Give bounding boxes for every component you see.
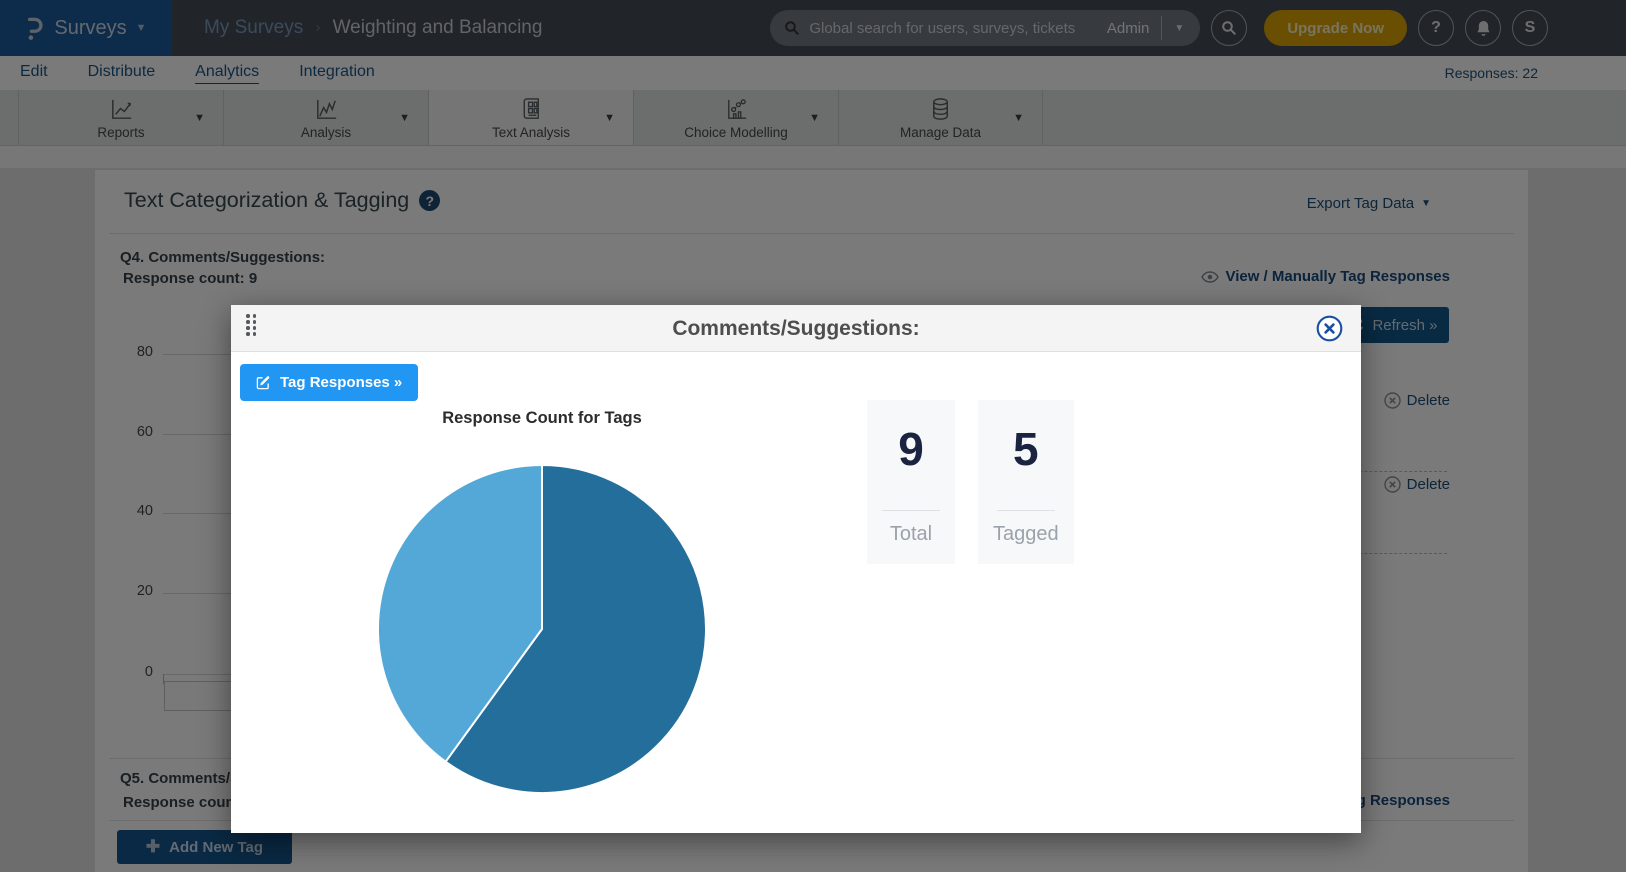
stat-tagged: 5 Tagged: [978, 400, 1074, 564]
modal-body: Tag Responses » Response Count for Tags …: [231, 352, 1361, 832]
divider: [997, 510, 1055, 511]
close-icon[interactable]: [1316, 315, 1343, 342]
drag-handle[interactable]: [246, 314, 257, 336]
edit-pencil-icon: [256, 375, 271, 390]
pie-chart-container: [376, 463, 708, 795]
stats-row: 9 Total 5 Tagged: [867, 400, 1074, 564]
modal-title: Comments/Suggestions:: [231, 305, 1361, 352]
pie-chart: [376, 463, 708, 795]
stat-total: 9 Total: [867, 400, 955, 564]
tag-responses-button[interactable]: Tag Responses »: [240, 364, 418, 401]
stat-total-value: 9: [898, 426, 924, 472]
divider: [882, 510, 940, 511]
comments-suggestions-modal: Comments/Suggestions: Tag Responses » Re…: [231, 305, 1361, 833]
stat-tagged-value: 5: [1013, 426, 1039, 472]
tag-responses-label: Tag Responses »: [280, 374, 402, 391]
stat-tagged-label: Tagged: [993, 523, 1059, 546]
stat-total-label: Total: [890, 523, 932, 546]
modal-header: Comments/Suggestions:: [231, 305, 1361, 352]
pie-chart-title: Response Count for Tags: [377, 409, 707, 428]
